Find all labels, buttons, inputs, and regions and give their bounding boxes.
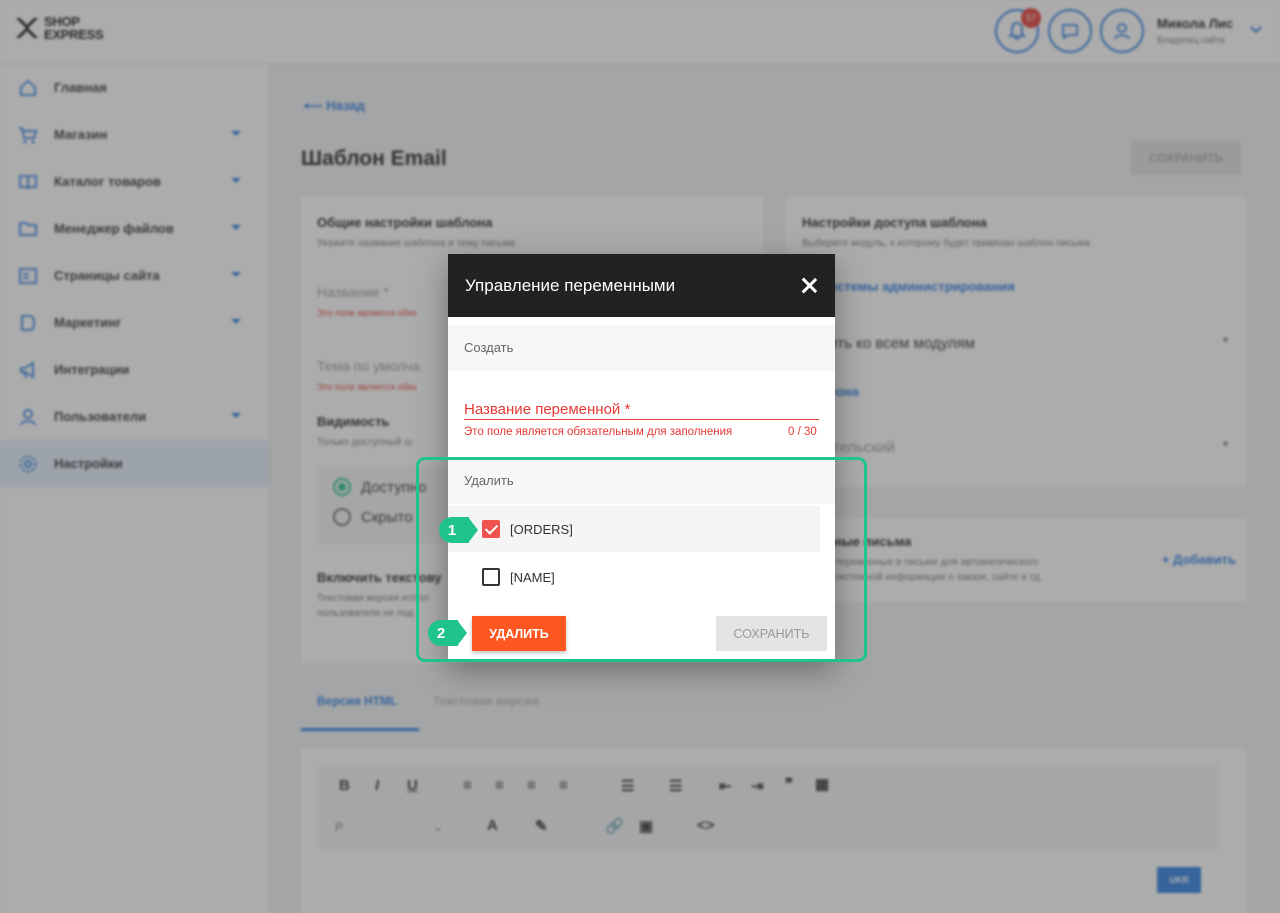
modal-title: Управление переменными	[465, 275, 676, 295]
annotation-marker-2: 2	[428, 620, 467, 646]
annotation-highlight-box	[416, 457, 867, 662]
variable-name-input[interactable]: Название переменной *	[464, 401, 819, 420]
variable-name-counter: 0 / 30	[788, 426, 817, 438]
variable-name-error: Это поле является обязательным для запол…	[464, 426, 733, 438]
close-icon[interactable]	[801, 277, 817, 293]
create-section-header: Создать	[448, 325, 835, 371]
annotation-marker-1: 1	[439, 517, 478, 543]
modal-header: Управление переменными	[448, 254, 835, 317]
